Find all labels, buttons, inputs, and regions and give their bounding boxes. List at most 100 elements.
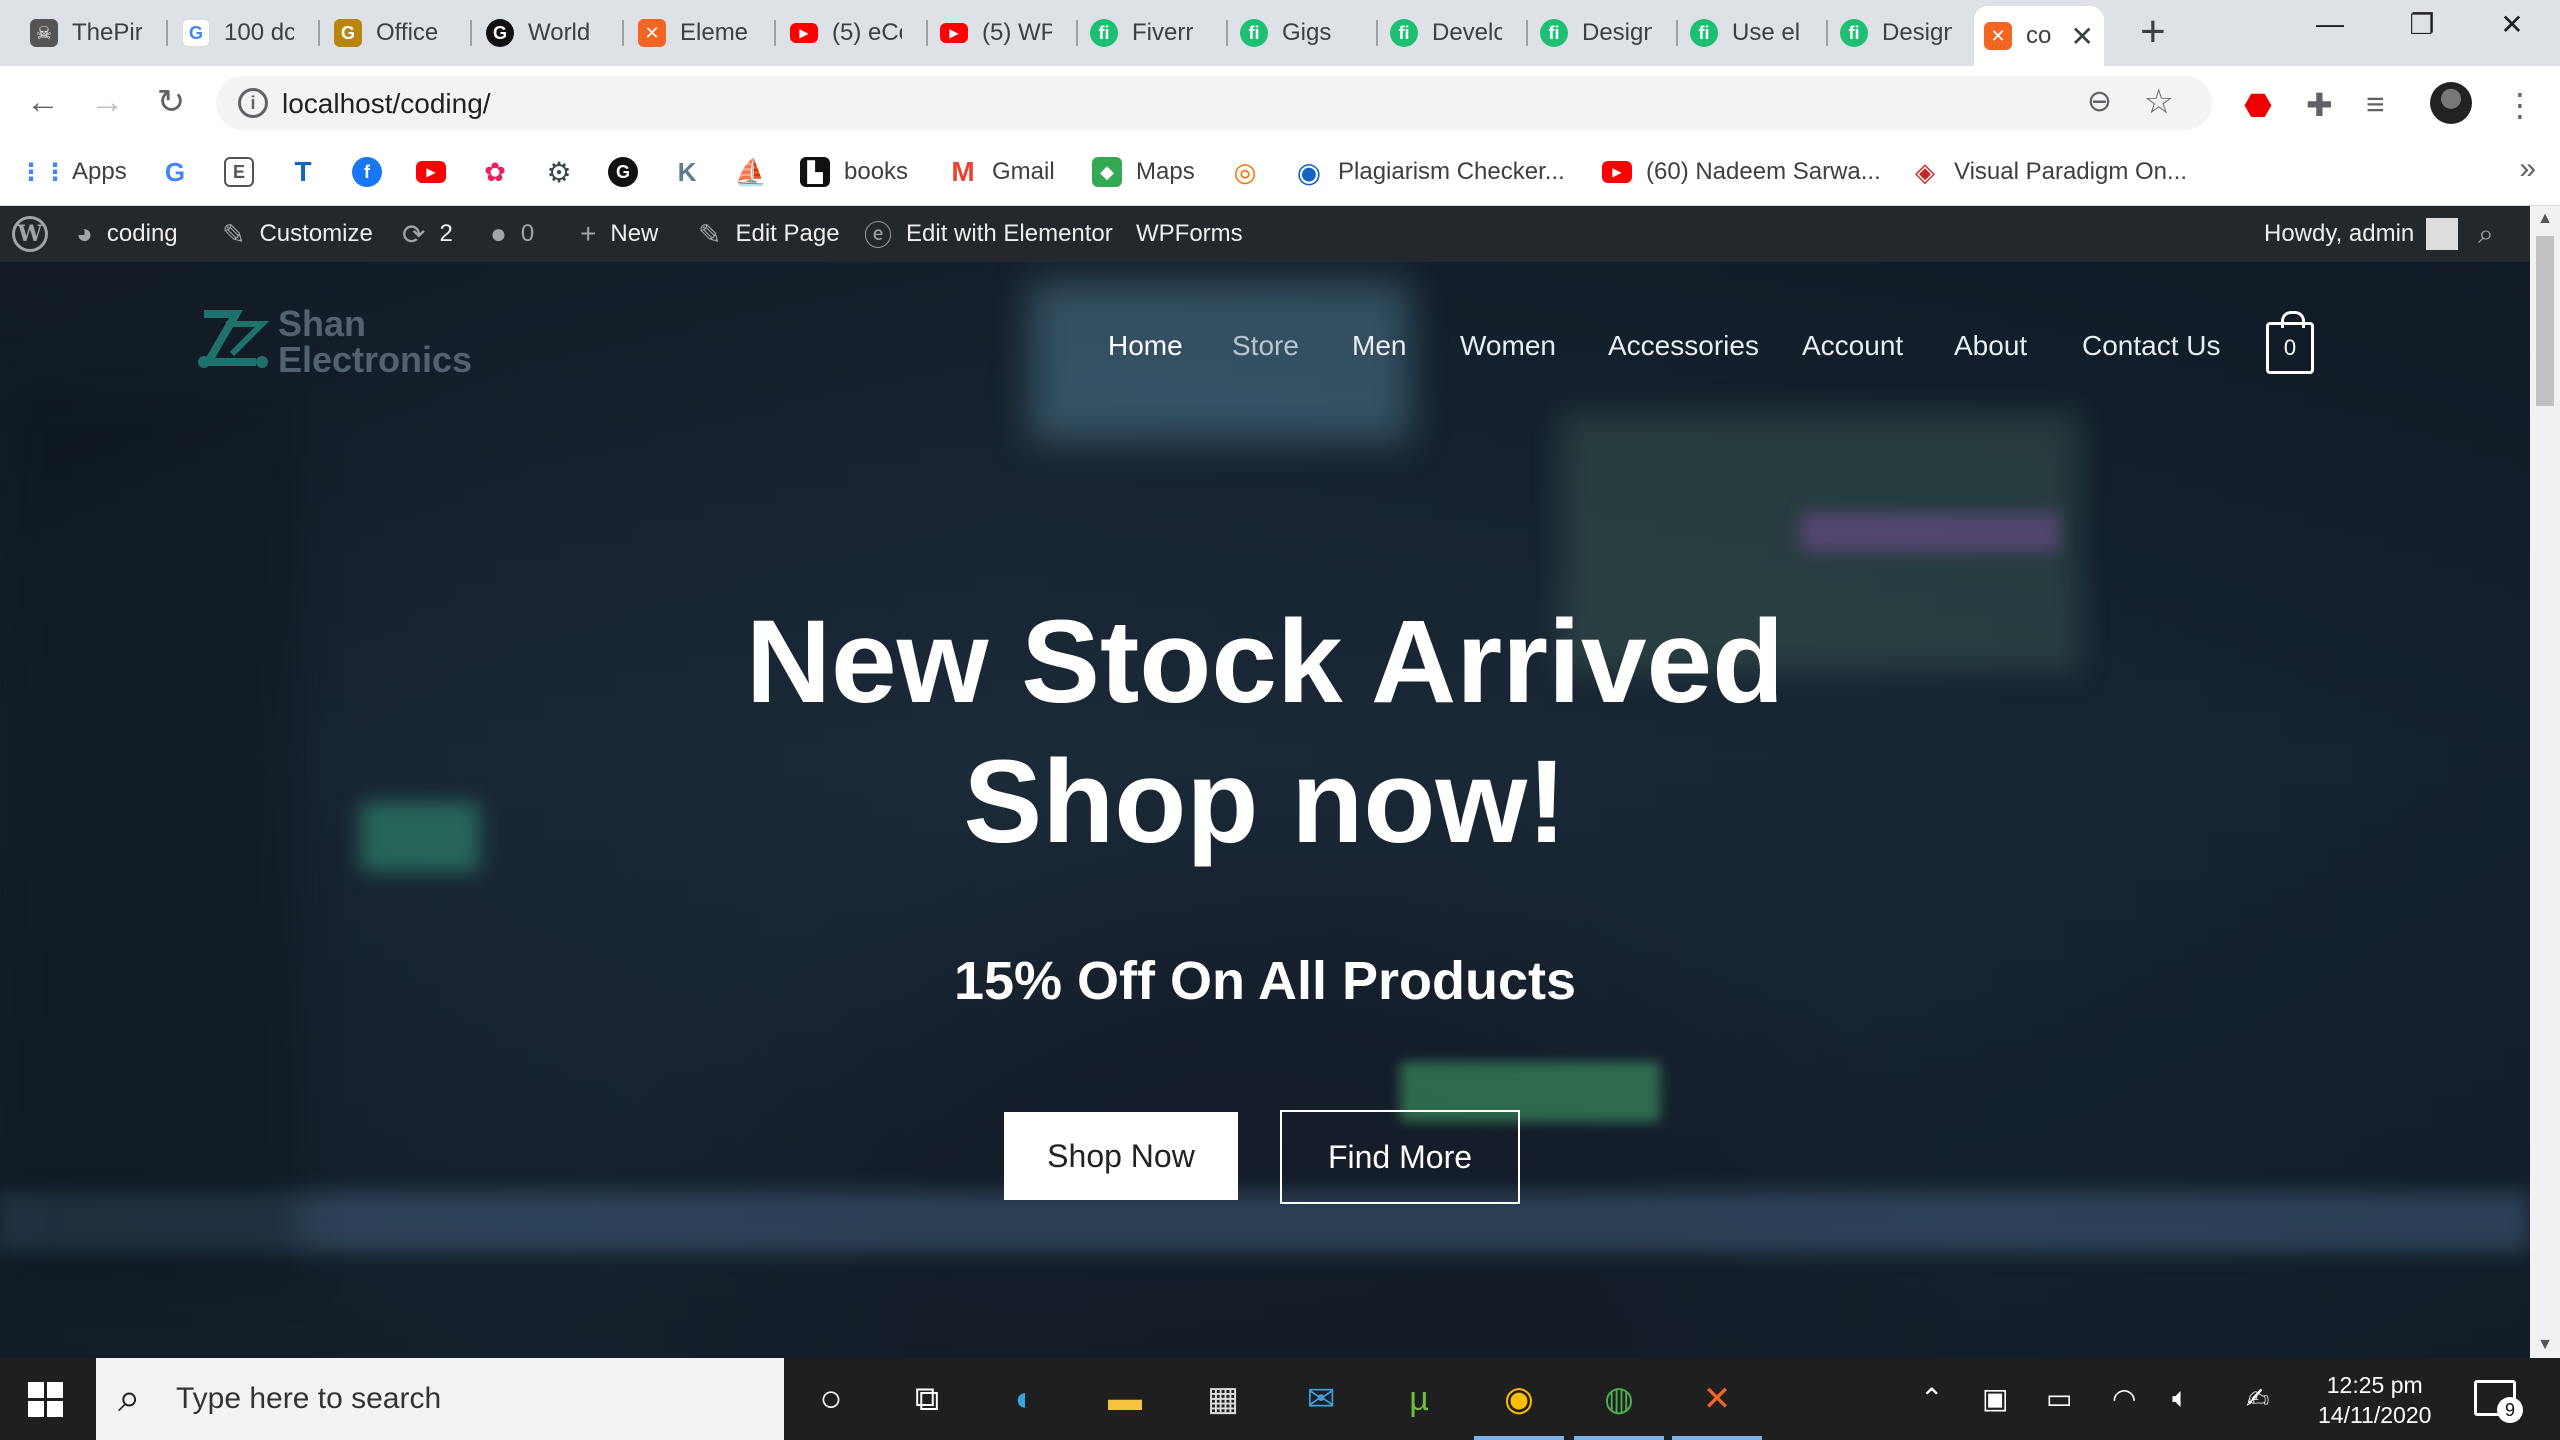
- wp-edit-page[interactable]: ✎ Edit Page: [698, 206, 840, 262]
- scroll-up-icon[interactable]: ▲: [2530, 210, 2560, 228]
- scrollbar-thumb[interactable]: [2536, 236, 2554, 406]
- browser-tab[interactable]: fi Design: [1530, 8, 1678, 58]
- address-bar[interactable]: i localhost/coding/ ⊖ ☆: [216, 76, 2212, 130]
- browser-tab[interactable]: fi Design: [1830, 8, 1978, 58]
- adblock-icon[interactable]: ⬣: [2244, 86, 2272, 124]
- close-window-icon[interactable]: ✕: [2482, 8, 2542, 41]
- bookmark-item[interactable]: f: [352, 152, 382, 192]
- edge-icon[interactable]: ◐: [1000, 1374, 1050, 1424]
- taskbar-clock[interactable]: 12:25 pm 14/11/2020: [2318, 1370, 2431, 1430]
- nav-men[interactable]: Men: [1352, 330, 1406, 362]
- nav-account[interactable]: Account: [1802, 330, 1903, 362]
- bookmark-youtube-channel[interactable]: ▶ (60) Nadeem Sarwa...: [1602, 152, 1881, 192]
- browser-tab-active[interactable]: ✕ co ✕: [1974, 6, 2104, 66]
- k-icon: K: [677, 156, 697, 187]
- bookmark-item[interactable]: ▶: [416, 152, 446, 192]
- bookmark-plagiarism[interactable]: ◉ Plagiarism Checker...: [1294, 152, 1565, 192]
- tray-app-icon[interactable]: ▣: [1982, 1382, 2008, 1415]
- wp-comments[interactable]: ● 0: [490, 206, 534, 262]
- browser-tab[interactable]: ▶ (5) WP: [930, 8, 1078, 58]
- bookmark-item[interactable]: ⛵: [735, 152, 767, 192]
- browser-menu-icon[interactable]: ⋮: [2504, 86, 2536, 124]
- wp-wpforms[interactable]: WPForms: [1136, 206, 1243, 262]
- browser-tab[interactable]: G 100 dc: [172, 8, 320, 58]
- browser-tab[interactable]: ▶ (5) eCc: [780, 8, 928, 58]
- bookmarks-bar: ⋮⋮ Apps G E T f ▶ ✿ ⚙ G K ⛵ ▙ books M Gm…: [0, 138, 2560, 206]
- browser-tab[interactable]: fi Develc: [1380, 8, 1528, 58]
- wp-account-menu[interactable]: Howdy, admin: [2264, 206, 2459, 262]
- chrome-icon[interactable]: ◉: [1474, 1374, 1564, 1440]
- forward-icon[interactable]: →: [84, 80, 130, 124]
- media-queue-icon[interactable]: ≡: [2366, 86, 2385, 123]
- file-explorer-icon[interactable]: ▬: [1100, 1374, 1150, 1424]
- wifi-icon[interactable]: ◠: [2112, 1382, 2136, 1415]
- find-more-button[interactable]: Find More: [1280, 1110, 1520, 1204]
- wp-updates[interactable]: ⟳ 2: [402, 206, 453, 262]
- minimize-icon[interactable]: —: [2300, 8, 2360, 40]
- nav-accessories[interactable]: Accessories: [1608, 330, 1759, 362]
- bookmark-item[interactable]: ✿: [480, 152, 510, 192]
- wp-logo-menu[interactable]: W: [12, 206, 48, 262]
- zoom-icon[interactable]: ⊖: [2087, 84, 2112, 119]
- mail-icon[interactable]: ✉: [1296, 1374, 1346, 1424]
- wp-edit-elementor[interactable]: ⓔ Edit with Elementor: [864, 206, 1113, 262]
- browser-tab[interactable]: G World: [476, 8, 624, 58]
- url-text[interactable]: localhost/coding/: [282, 88, 491, 120]
- browser-tab[interactable]: ✕ Eleme: [628, 8, 776, 58]
- scroll-down-icon[interactable]: ▼: [2530, 1336, 2560, 1354]
- bookmark-star-icon[interactable]: ☆: [2144, 82, 2174, 122]
- restore-icon[interactable]: ❐: [2392, 8, 2452, 41]
- task-view-icon[interactable]: ⧉: [902, 1374, 952, 1424]
- notifications-icon[interactable]: 9: [2474, 1380, 2523, 1423]
- nav-contact-us[interactable]: Contact Us: [2082, 330, 2221, 362]
- browser-tab[interactable]: fi Gigs: [1230, 8, 1378, 58]
- windows-start-icon[interactable]: [28, 1382, 64, 1418]
- new-tab-button[interactable]: +: [2140, 10, 2166, 54]
- extensions-puzzle-icon[interactable]: ✚: [2306, 86, 2333, 124]
- bookmark-apps[interactable]: ⋮⋮ Apps: [19, 152, 127, 192]
- nav-about[interactable]: About: [1954, 330, 2027, 362]
- reload-icon[interactable]: ↻: [148, 80, 194, 124]
- site-logo[interactable]: Shan Electronics: [196, 304, 472, 380]
- back-icon[interactable]: ←: [20, 80, 66, 124]
- shop-now-button[interactable]: Shop Now: [1004, 1112, 1238, 1200]
- bookmark-item[interactable]: G: [608, 152, 638, 192]
- browser-tab[interactable]: fi Use el: [1680, 8, 1828, 58]
- bookmark-item[interactable]: E: [224, 152, 254, 192]
- download-manager-icon[interactable]: ◍: [1574, 1374, 1664, 1440]
- browser-tab[interactable]: fi Fiverr: [1080, 8, 1228, 58]
- more-bookmarks-icon[interactable]: »: [2519, 152, 2536, 186]
- bookmark-visual-paradigm[interactable]: ◈ Visual Paradigm On...: [1910, 152, 2187, 192]
- bookmark-books[interactable]: ▙ books: [800, 152, 908, 192]
- wp-new-content[interactable]: + New: [580, 206, 658, 262]
- taskbar-search-box[interactable]: ⌕ Type here to search: [96, 1358, 784, 1440]
- bookmark-item[interactable]: ◎: [1230, 152, 1260, 192]
- utorrent-icon[interactable]: µ: [1394, 1374, 1444, 1424]
- battery-icon[interactable]: ▭: [2046, 1382, 2072, 1415]
- bookmark-item[interactable]: G: [160, 152, 190, 192]
- wp-search-icon[interactable]: ⌕: [2478, 206, 2494, 262]
- xampp-icon[interactable]: ✕: [1672, 1374, 1762, 1440]
- nav-store[interactable]: Store: [1232, 330, 1299, 362]
- browser-tab[interactable]: G Office: [324, 8, 472, 58]
- bookmark-gmail[interactable]: M Gmail: [948, 152, 1054, 192]
- browser-tab[interactable]: ☠ ThePir: [20, 8, 168, 58]
- microsoft-store-icon[interactable]: ▦: [1198, 1374, 1248, 1424]
- bookmark-item[interactable]: K: [672, 152, 702, 192]
- nav-women[interactable]: Women: [1460, 330, 1556, 362]
- bookmark-maps[interactable]: ◆ Maps: [1092, 152, 1195, 192]
- bookmark-item[interactable]: ⚙: [544, 152, 574, 192]
- wp-customize[interactable]: ✎ Customize: [222, 206, 373, 262]
- close-tab-icon[interactable]: ✕: [2071, 20, 2094, 53]
- cortana-icon[interactable]: ○: [806, 1374, 856, 1424]
- cart-icon[interactable]: 0: [2266, 311, 2314, 374]
- profile-avatar[interactable]: [2430, 82, 2472, 124]
- pen-icon[interactable]: ✍: [2246, 1382, 2269, 1415]
- nav-home[interactable]: Home: [1108, 330, 1183, 362]
- site-info-icon[interactable]: i: [238, 88, 268, 118]
- volume-icon[interactable]: 🔈︎: [2172, 1382, 2189, 1415]
- page-scrollbar[interactable]: ▲ ▼: [2530, 206, 2560, 1358]
- wp-site-name[interactable]: ◕ coding: [76, 206, 178, 262]
- show-hidden-icons[interactable]: ⌃: [1920, 1382, 1943, 1415]
- bookmark-item[interactable]: T: [288, 152, 318, 192]
